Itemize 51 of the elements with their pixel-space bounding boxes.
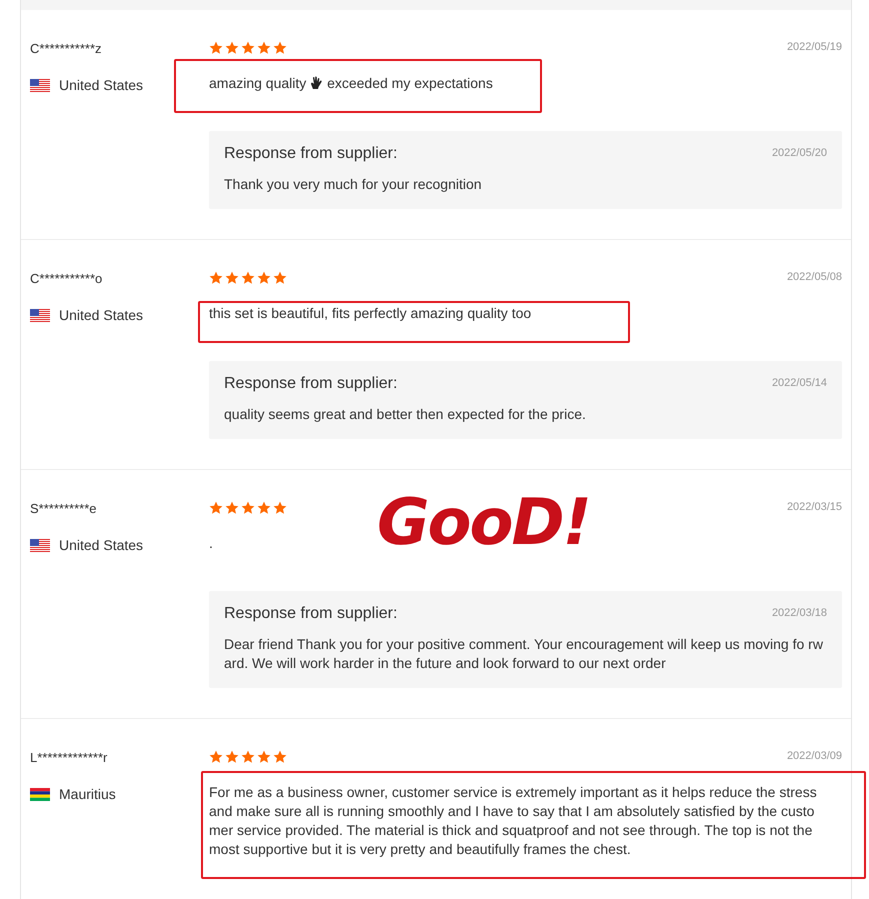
reviewer-name: C***********z — [30, 41, 103, 57]
star-icon — [241, 501, 255, 515]
review-date: 2022/03/15 — [786, 500, 842, 514]
response-title: Response from supplier: — [224, 144, 398, 164]
flag-icon — [30, 78, 50, 92]
review-date: 2022/05/08 — [786, 270, 842, 284]
country-name: United States — [59, 77, 144, 93]
reviewer-name: C***********o — [30, 271, 104, 287]
star-icon — [257, 501, 271, 515]
review-date: 2022/05/19 — [786, 40, 842, 54]
star-icon — [273, 501, 287, 515]
review-comment: this set is beautiful, fits perfectly amazing quality too — [209, 304, 532, 323]
country-name: Mauritius — [59, 786, 116, 802]
response-title: Response from supplier: — [224, 374, 398, 394]
star-icon — [209, 41, 223, 55]
star-icon — [273, 750, 287, 764]
good-label: GooD! — [377, 488, 590, 558]
review-date: 2022/03/09 — [786, 749, 842, 763]
star-icon — [257, 41, 271, 55]
response-text: Thank you very much for your recognition — [224, 175, 483, 194]
flag-icon — [30, 538, 50, 552]
response-text: Dear friend Thank you for your positive comment. Your encouragement will keep us moving fo rward. We will work harder in the future and look forward to our next order — [224, 635, 824, 673]
star-icon — [257, 271, 271, 285]
flag-icon — [30, 788, 50, 800]
response-date: 2022/03/18 — [772, 606, 827, 620]
star-icon — [241, 41, 255, 55]
star-icon — [241, 750, 255, 764]
star-icon — [225, 41, 239, 55]
star-icon — [241, 271, 255, 285]
star-icon — [257, 750, 271, 764]
reviewer-name: L*************r — [30, 750, 108, 766]
response-date: 2022/05/20 — [772, 146, 827, 160]
star-icon — [209, 501, 223, 515]
star-icon — [209, 271, 223, 285]
star-icon — [273, 271, 287, 285]
star-icon — [225, 501, 239, 515]
star-icon — [225, 271, 239, 285]
star-icon — [225, 750, 239, 764]
hand-icon — [310, 76, 324, 90]
star-icon — [209, 750, 223, 764]
review-comment: . — [209, 534, 214, 553]
review-comment: For me as a business owner, customer service is extremely important as it helps reduce the stress and make sure all is running smoothly and I have to say that I am absolutely satisfied by the custo mer service provided. The material is thick and squatproof and not see through. The top is not the most supportive but it is very pretty and beautifully frames the chest. — [209, 783, 818, 859]
response-title: Response from supplier: — [224, 604, 398, 624]
flag-icon — [30, 308, 50, 322]
response-text: quality seems great and better then expected for the price. — [224, 405, 587, 424]
country-name: United States — [59, 537, 144, 553]
star-icon — [273, 41, 287, 55]
review-comment: amazing quality exceeded my expectations — [209, 74, 494, 93]
reviewer-name: S**********e — [30, 501, 98, 517]
response-date: 2022/05/14 — [772, 376, 827, 390]
country-name: United States — [59, 307, 144, 323]
